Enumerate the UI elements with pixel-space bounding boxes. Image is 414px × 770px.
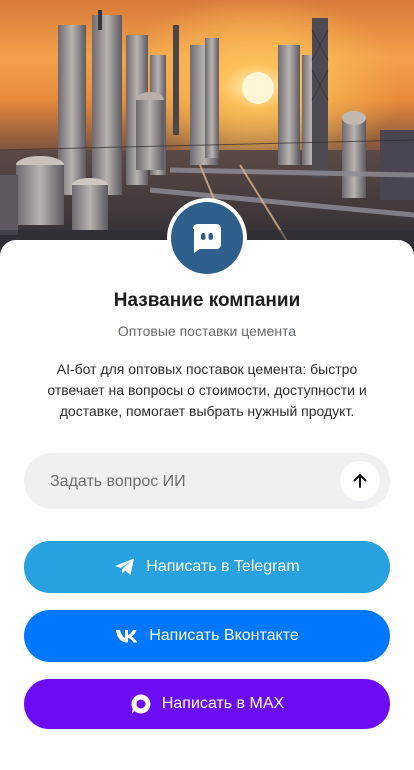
company-description: AI-бот для оптовых поставок цемента: быс… bbox=[47, 361, 367, 419]
vk-icon bbox=[115, 629, 139, 643]
telegram-button[interactable]: Написать в Telegram bbox=[24, 541, 390, 593]
send-button[interactable] bbox=[340, 461, 380, 501]
ask-ai-input[interactable] bbox=[48, 453, 352, 511]
avatar bbox=[171, 202, 243, 274]
telegram-button-label: Написать в Telegram bbox=[146, 558, 300, 575]
vk-button[interactable]: Написать Вконтакте bbox=[24, 610, 390, 662]
arrow-up-icon bbox=[351, 472, 369, 490]
telegram-icon bbox=[114, 557, 136, 577]
vk-button-label: Написать Вконтакте bbox=[149, 627, 299, 644]
chat-bot-icon bbox=[189, 220, 225, 256]
max-button[interactable]: Написать в MAX bbox=[24, 679, 390, 729]
company-subtitle: Оптовые поставки цемента bbox=[117, 323, 297, 339]
max-icon bbox=[130, 693, 152, 715]
max-button-label: Написать в MAX bbox=[161, 695, 285, 712]
company-name: Название компании bbox=[113, 290, 301, 311]
ask-ai-field bbox=[24, 453, 390, 511]
